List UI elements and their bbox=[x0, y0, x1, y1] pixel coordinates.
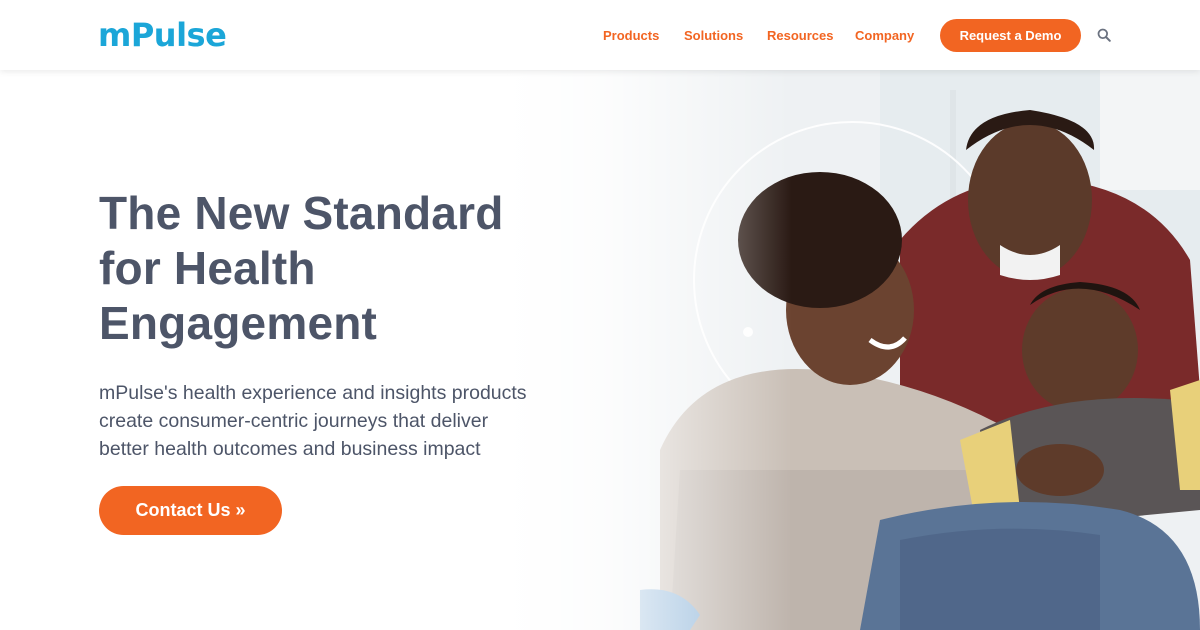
subtext-line-1: mPulse's health experience and insights … bbox=[99, 382, 527, 404]
nav-resources[interactable]: Resources bbox=[767, 28, 833, 43]
mpulse-logo[interactable]: mPulse bbox=[98, 16, 227, 54]
search-icon[interactable] bbox=[1097, 28, 1111, 42]
request-demo-button[interactable]: Request a Demo bbox=[940, 19, 1081, 52]
headline-line-2: for Health bbox=[99, 242, 316, 294]
hero-section: The New Standard for Health Engagement m… bbox=[0, 70, 1200, 630]
site-header: mPulse Products Solutions Resources Comp… bbox=[0, 0, 1200, 70]
headline-line-3: Engagement bbox=[99, 297, 378, 349]
headline-line-1: The New Standard bbox=[99, 187, 504, 239]
hero-headline: The New Standard for Health Engagement bbox=[99, 186, 559, 351]
contact-us-button[interactable]: Contact Us » bbox=[99, 486, 282, 535]
nav-company[interactable]: Company bbox=[855, 28, 914, 43]
nav-solutions[interactable]: Solutions bbox=[684, 28, 743, 43]
subtext-line-2: create consumer-centric journeys that de… bbox=[99, 410, 489, 432]
nav-products[interactable]: Products bbox=[603, 28, 659, 43]
subtext-line-3: better health outcomes and business impa… bbox=[99, 438, 481, 460]
hero-subtext: mPulse's health experience and insights … bbox=[99, 379, 579, 463]
